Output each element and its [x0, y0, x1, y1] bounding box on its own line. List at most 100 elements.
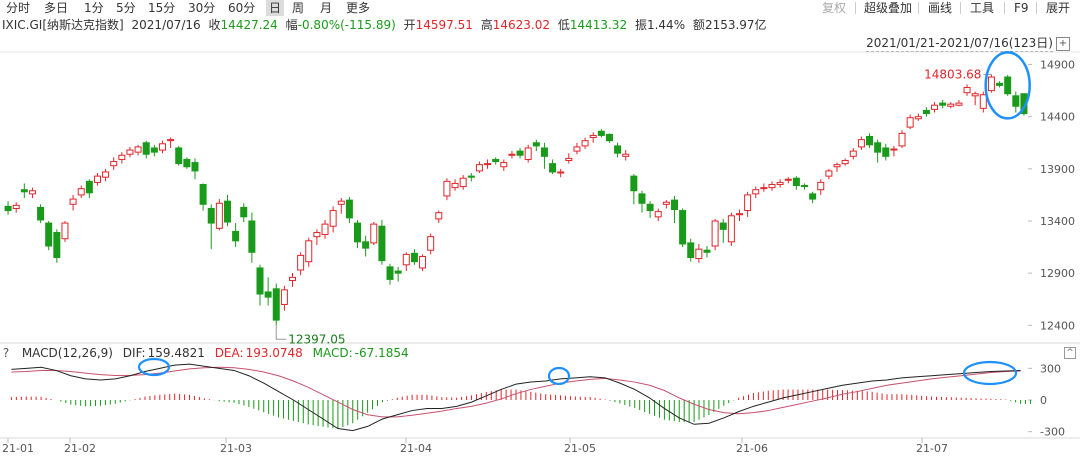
- candle-body: [280, 289, 288, 305]
- candle-body: [329, 210, 337, 227]
- candle-body: [589, 134, 597, 139]
- min-leader: [275, 325, 287, 340]
- candle-body: [297, 254, 305, 271]
- candles-group: [4, 74, 1028, 326]
- candle-body: [703, 249, 711, 253]
- candle-body: [459, 177, 467, 188]
- help-icon[interactable]: ?: [0, 345, 12, 361]
- candle-body: [354, 222, 362, 243]
- candle-body: [410, 252, 418, 263]
- candle-body: [158, 143, 166, 151]
- x-tick-label: 21-06: [736, 442, 768, 455]
- candle-body: [484, 163, 492, 166]
- candle-body: [516, 150, 524, 156]
- candle-body: [557, 171, 565, 174]
- candle-body: [573, 146, 581, 152]
- candle-body: [37, 206, 45, 221]
- candle-body: [987, 76, 995, 92]
- candle-body: [687, 242, 695, 259]
- candle-body: [402, 253, 410, 266]
- macd-y-tick-label: 0: [1040, 394, 1047, 407]
- candle-body: [240, 206, 248, 218]
- candle-body: [77, 188, 85, 196]
- candle-body: [142, 142, 150, 155]
- candle-body: [492, 158, 500, 163]
- candle-body: [711, 220, 719, 247]
- candle-body: [549, 163, 557, 173]
- candle-body: [264, 291, 272, 298]
- candle-body: [833, 164, 841, 168]
- candle-body: [134, 146, 142, 153]
- candle-body: [565, 157, 573, 161]
- y-tick-label: 14400: [1040, 111, 1075, 124]
- y-tick-label: 13900: [1040, 163, 1075, 176]
- macd-header: ? MACD(12,26,9) DIF: 159.4821 DEA: 193.074…: [0, 345, 415, 361]
- candle-body: [744, 194, 752, 212]
- candle-body: [971, 93, 979, 97]
- candle-body: [784, 178, 792, 181]
- candle-body: [305, 240, 313, 263]
- candle-body: [337, 200, 345, 205]
- candle-body: [110, 161, 118, 167]
- macd-y-tick-label: 300: [1040, 362, 1061, 375]
- candle-body: [540, 147, 548, 157]
- candle-body: [394, 270, 402, 274]
- candle-body: [532, 142, 540, 147]
- candle-body: [622, 153, 630, 157]
- candle-body: [679, 210, 687, 245]
- candle-body: [947, 103, 955, 107]
- candle-body: [906, 117, 914, 128]
- x-tick-label: 21-07: [916, 442, 948, 455]
- candle-body: [207, 207, 215, 224]
- candle-body: [378, 225, 386, 262]
- candle-body: [435, 212, 443, 220]
- candle-body: [28, 190, 36, 195]
- y-tick-label: 14900: [1040, 59, 1075, 72]
- dif-label: DIF:: [122, 346, 146, 360]
- candle-body: [638, 193, 646, 204]
- collapse-icon[interactable]: ^: [1064, 347, 1076, 359]
- candle-body: [126, 149, 134, 155]
- candle-body: [882, 147, 890, 157]
- x-tick-label: 21-01: [2, 442, 34, 455]
- candle-body: [614, 145, 622, 154]
- candle-body: [386, 266, 394, 280]
- candle-body: [232, 230, 240, 242]
- candle-body: [93, 175, 101, 183]
- candle-body: [849, 150, 857, 157]
- candle-body: [443, 180, 451, 197]
- candle-body: [150, 147, 158, 153]
- candle-body: [581, 140, 589, 147]
- candle-body: [419, 255, 427, 269]
- candle-body: [370, 223, 378, 244]
- candle-body: [662, 201, 670, 205]
- candle-body: [175, 147, 183, 165]
- candle-body: [427, 236, 435, 251]
- candle-body: [752, 189, 760, 195]
- candle-body: [199, 183, 207, 205]
- candle-body: [776, 181, 784, 185]
- price-chart-svg[interactable]: 12400129001340013900144001490014803.6812…: [0, 0, 1080, 457]
- candle-body: [963, 86, 971, 94]
- macd-label: MACD:: [312, 346, 353, 360]
- candle-body: [191, 162, 199, 172]
- candle-body: [500, 162, 508, 168]
- candle-body: [321, 223, 329, 236]
- candle-body: [69, 198, 77, 205]
- candle-body: [922, 109, 930, 115]
- candle-body: [362, 241, 370, 249]
- candle-body: [841, 159, 849, 165]
- candle-body: [817, 181, 825, 191]
- dif-value: 159.4821: [147, 346, 205, 360]
- candle-body: [792, 177, 800, 187]
- highlight-circle-macd: [547, 366, 571, 386]
- candle-body: [451, 182, 459, 189]
- candle-body: [809, 193, 817, 200]
- candle-body: [654, 211, 662, 218]
- candle-body: [979, 94, 987, 109]
- candle-body: [345, 199, 353, 219]
- macd-title[interactable]: MACD(12,26,9): [22, 346, 113, 360]
- candle-body: [118, 154, 126, 160]
- candle-body: [102, 171, 110, 178]
- candle-body: [4, 205, 12, 212]
